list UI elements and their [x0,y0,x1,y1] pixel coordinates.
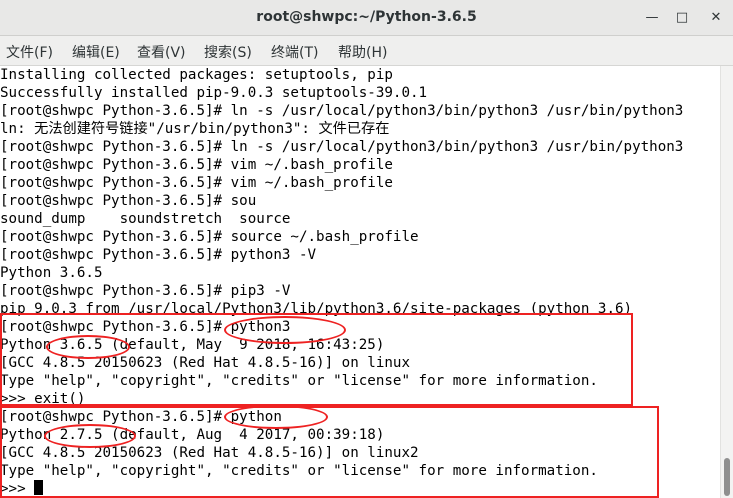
menu-edit[interactable]: 编辑(E) [72,42,120,62]
scrollbar[interactable] [720,66,733,498]
terminal-line: ln: 无法创建符号链接"/usr/bin/python3": 文件已存在 [0,121,390,137]
menu-file[interactable]: 文件(F) [6,42,53,62]
terminal-line: Python 3.6.5 [0,265,103,281]
window-title: root@shwpc:~/Python-3.6.5 [256,9,477,25]
highlight-box-python2 [0,406,659,498]
maximize-button[interactable]: □ [672,8,692,28]
title-bar: root@shwpc:~/Python-3.6.5 — □ ✕ [0,0,733,36]
terminal-line: [root@shwpc Python-3.6.5]# vim ~/.bash_p… [0,175,393,191]
terminal-line: [root@shwpc Python-3.6.5]# pip3 -V [0,283,291,299]
terminal-line: [root@shwpc Python-3.6.5]# sou [0,193,257,209]
terminal-line: [root@shwpc Python-3.6.5]# ln -s /usr/lo… [0,139,684,155]
terminal-line: Installing collected packages: setuptool… [0,67,393,83]
menu-help[interactable]: 帮助(H) [338,42,387,62]
minimize-button[interactable]: — [642,8,662,28]
terminal-line: [root@shwpc Python-3.6.5]# source ~/.bas… [0,229,419,245]
close-button[interactable]: ✕ [706,8,726,28]
scrollbar-thumb[interactable] [724,458,730,496]
terminal-line: [root@shwpc Python-3.6.5]# python3 -V [0,247,317,263]
menu-bar: 文件(F) 编辑(E) 查看(V) 搜索(S) 终端(T) 帮助(H) [0,36,733,66]
menu-terminal[interactable]: 终端(T) [271,42,318,62]
terminal-line: [root@shwpc Python-3.6.5]# vim ~/.bash_p… [0,157,393,173]
highlight-ellipse-python3-cmd [224,316,346,344]
terminal-line: Successfully installed pip-9.0.3 setupto… [0,85,428,101]
terminal-line: [root@shwpc Python-3.6.5]# ln -s /usr/lo… [0,103,684,119]
highlight-ellipse-python-cmd [224,405,328,429]
terminal-line: sound_dump soundstretch source [0,211,291,227]
highlight-ellipse-version-275 [44,424,136,448]
highlight-ellipse-version-365 [46,335,130,359]
menu-search[interactable]: 搜索(S) [204,42,252,62]
menu-view[interactable]: 查看(V) [137,42,186,62]
